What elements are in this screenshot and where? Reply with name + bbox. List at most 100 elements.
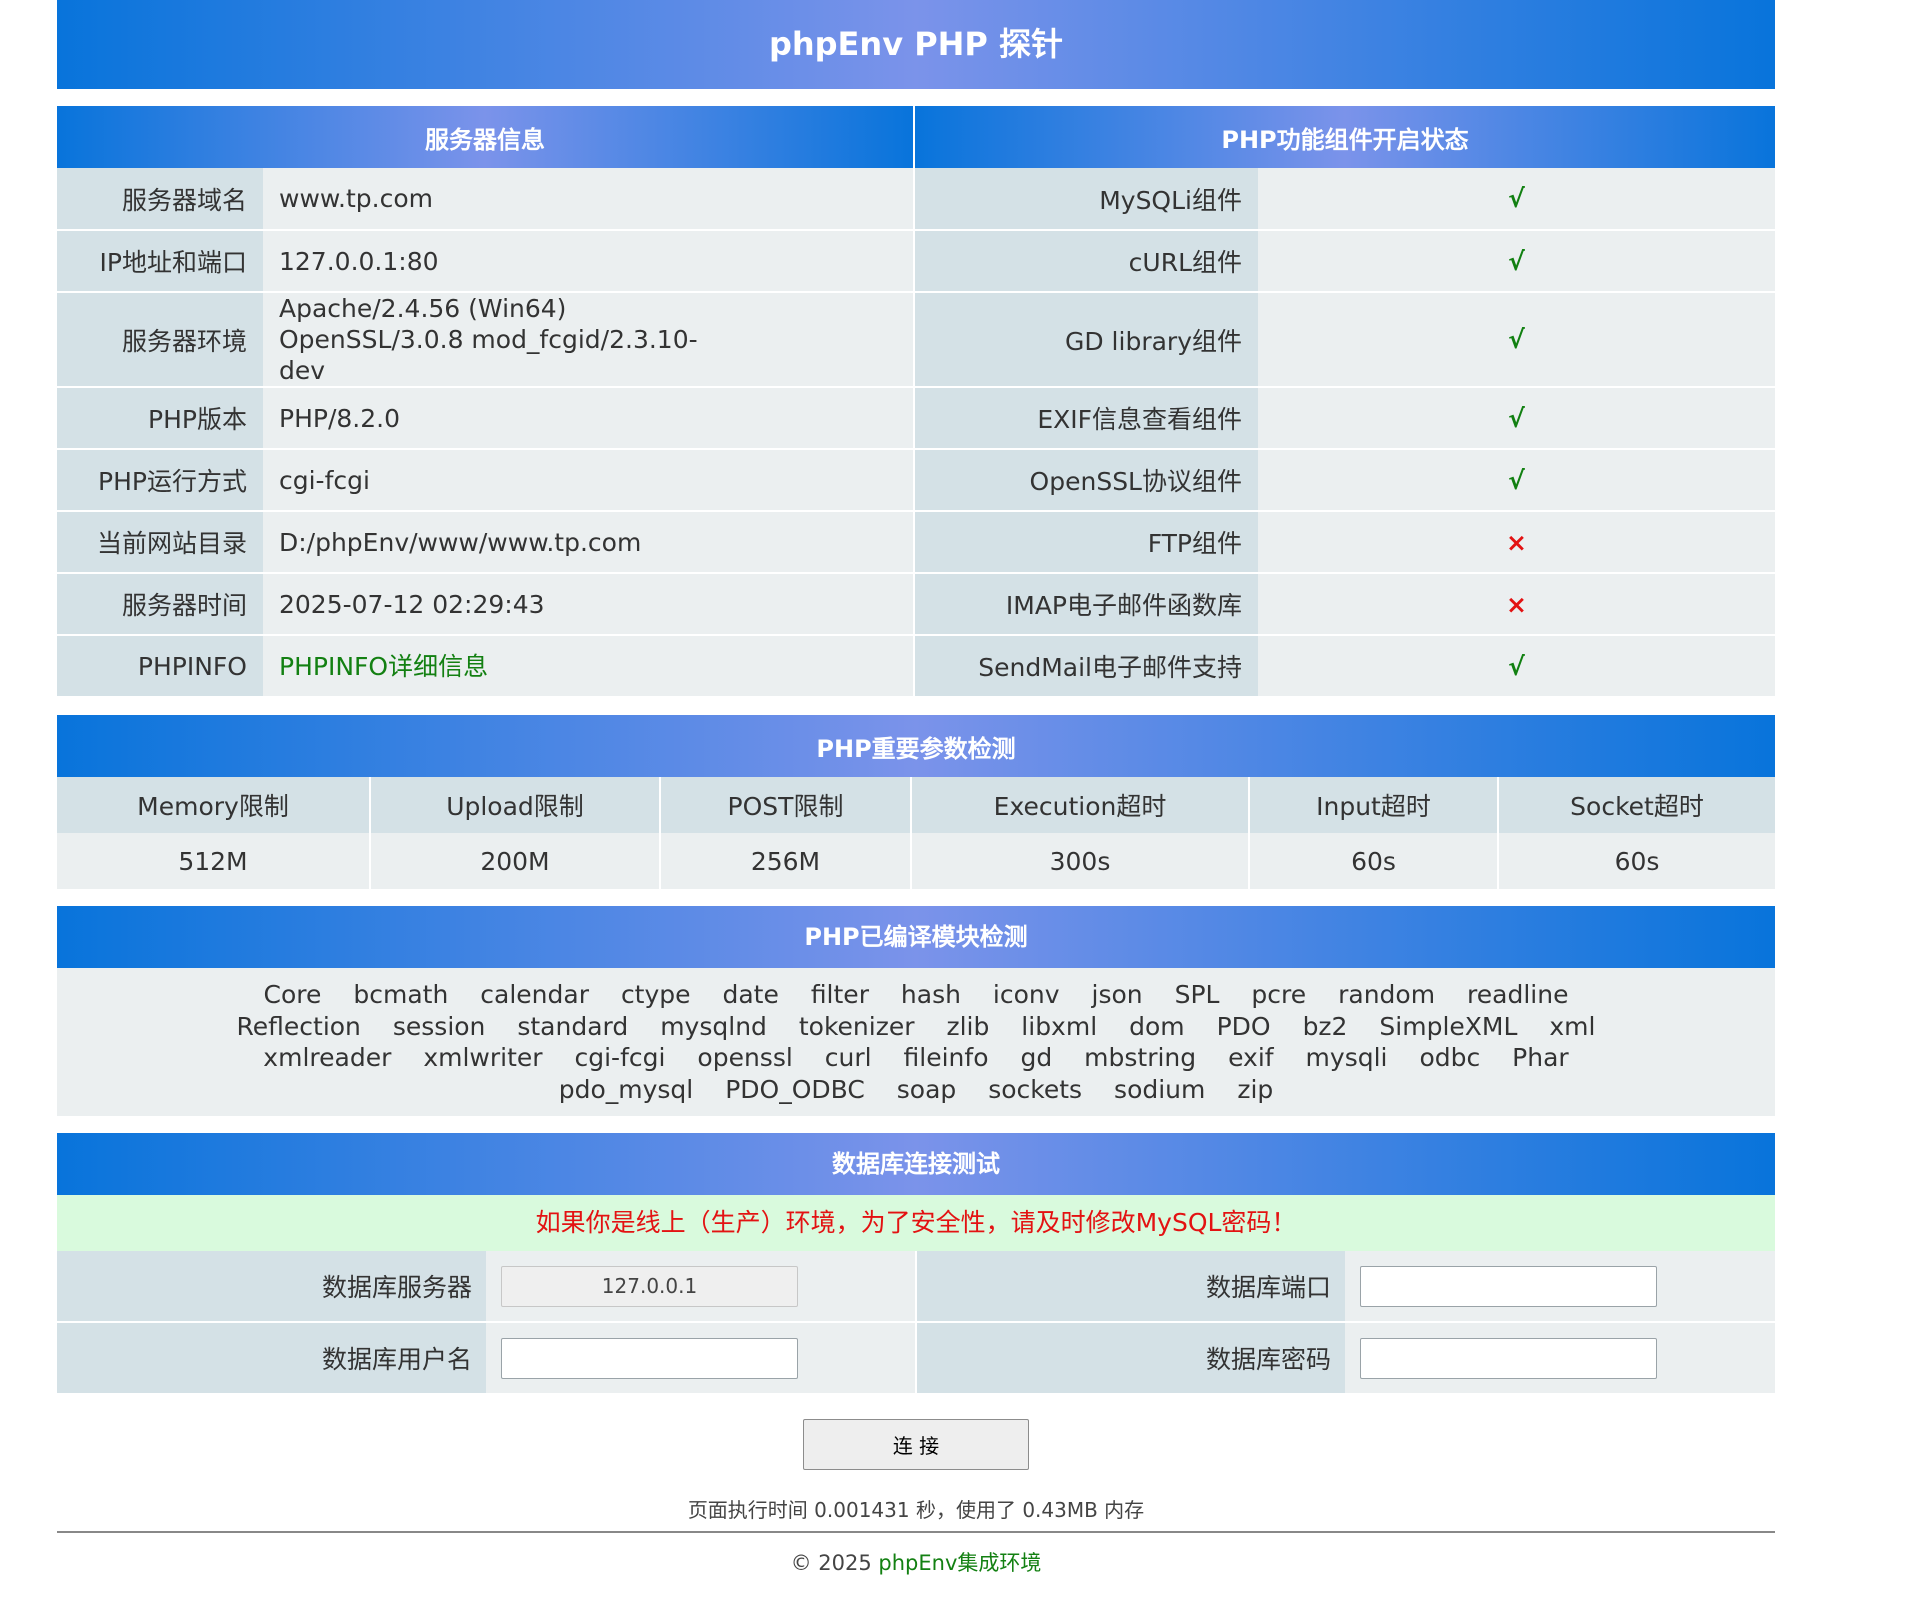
copyright: © 2025 phpEnv集成环境: [57, 1547, 1775, 1577]
component-label: cURL组件: [914, 230, 1258, 293]
status-enabled-icon: √: [1258, 449, 1776, 512]
probe-page: phpEnv PHP 探针 服务器信息 PHP功能组件开启状态 服务器域名 www…: [57, 0, 1776, 1577]
module-item: random: [1338, 980, 1436, 1009]
param-column-header: Upload限制: [370, 777, 661, 833]
server-info-header: 服务器信息: [57, 106, 915, 168]
server-info-value: D:/phpEnv/www/www.tp.com: [263, 511, 915, 574]
db-port-input[interactable]: [1360, 1265, 1657, 1307]
brand-link[interactable]: phpEnv集成环境: [878, 1551, 1041, 1575]
db-password-input[interactable]: [1360, 1337, 1657, 1379]
server-info-table: 服务器信息 PHP功能组件开启状态 服务器域名 www.tp.com MySQLi组…: [57, 106, 1776, 698]
module-item: Phar: [1512, 1043, 1569, 1072]
module-item: mbstring: [1084, 1043, 1197, 1072]
server-info-label: PHP版本: [57, 387, 263, 450]
server-info-label: IP地址和端口: [57, 230, 263, 293]
info-rows: 服务器域名 www.tp.com MySQLi组件 √ IP地址和端口 127.0.0.1…: [57, 168, 1776, 698]
module-item: openssl: [697, 1043, 793, 1072]
page-title: phpEnv PHP 探针: [57, 0, 1775, 89]
db-port-cell: [1345, 1251, 1775, 1323]
server-info-label: PHP运行方式: [57, 449, 263, 512]
module-item: standard: [517, 1011, 629, 1041]
info-row: 服务器时间 2025-07-12 02:29:43 IMAP电子邮件函数库 ×: [57, 573, 1776, 636]
module-item: bcmath: [353, 980, 449, 1009]
info-row: IP地址和端口 127.0.0.1:80 cURL组件 √: [57, 230, 1776, 293]
info-row: 服务器域名 www.tp.com MySQLi组件 √: [57, 168, 1776, 231]
params-value-row: 512M 200M 256M 300s 60s 60s: [57, 833, 1776, 889]
server-info-value: 2025-07-12 02:29:43: [263, 573, 915, 636]
params-column-row: Memory限制 Upload限制 POST限制 Execution超时 Input超时…: [57, 777, 1776, 833]
connect-button[interactable]: 连 接: [803, 1419, 1029, 1470]
server-info-label: 当前网站目录: [57, 511, 263, 574]
db-user-input[interactable]: [501, 1337, 798, 1379]
status-enabled-icon: √: [1258, 230, 1776, 293]
module-item: PDO: [1216, 1011, 1271, 1041]
param-column-header: Memory限制: [57, 777, 371, 833]
status-enabled-icon: √: [1258, 168, 1776, 231]
module-item: readline: [1467, 980, 1569, 1009]
module-item: zip: [1237, 1074, 1274, 1104]
module-item: SimpleXML: [1379, 1011, 1518, 1041]
module-item: bz2: [1302, 1011, 1348, 1041]
db-server-input[interactable]: [501, 1265, 798, 1307]
param-value: 200M: [370, 833, 661, 889]
module-item: dom: [1129, 1011, 1185, 1041]
info-row: 服务器环境 Apache/2.4.56 (Win64) OpenSSL/3.0.8…: [57, 292, 1776, 388]
param-value: 60s: [1498, 833, 1776, 889]
module-item: ctype: [620, 980, 691, 1009]
params-header: PHP重要参数检测: [57, 715, 1776, 777]
module-item: sodium: [1114, 1074, 1206, 1104]
server-info-value: PHP/8.2.0: [263, 387, 915, 450]
param-value: 256M: [660, 833, 912, 889]
exec-info: 页面执行时间 0.001431 秒，使用了 0.43MB 内存: [57, 1494, 1775, 1533]
module-item: Core: [263, 980, 322, 1009]
copyright-prefix: © 2025: [790, 1551, 879, 1575]
param-value: 60s: [1249, 833, 1499, 889]
db-password-cell: [1345, 1322, 1775, 1395]
server-info-label: 服务器域名: [57, 168, 263, 231]
info-row: 当前网站目录 D:/phpEnv/www/www.tp.com FTP组件 ×: [57, 511, 1776, 574]
server-info-label: PHPINFO: [57, 635, 263, 698]
module-item: exif: [1228, 1043, 1274, 1072]
module-item: calendar: [480, 980, 589, 1009]
module-item: cgi-fcgi: [574, 1043, 666, 1072]
phpinfo-link[interactable]: PHPINFO详细信息: [263, 635, 915, 698]
status-enabled-icon: √: [1258, 292, 1776, 388]
module-item: Reflection: [236, 1011, 361, 1041]
module-item: json: [1091, 980, 1143, 1009]
component-label: MySQLi组件: [914, 168, 1258, 231]
db-server-cell: [486, 1251, 917, 1323]
server-info-value: www.tp.com: [263, 168, 915, 231]
component-label: EXIF信息查看组件: [914, 387, 1258, 450]
module-item: date: [722, 980, 779, 1009]
security-warning: 如果你是线上（生产）环境，为了安全性，请及时修改MySQL密码！: [57, 1195, 1775, 1251]
connect-row: 连 接: [57, 1395, 1775, 1470]
module-item: gd: [1020, 1043, 1053, 1072]
param-column-header: Socket超时: [1498, 777, 1776, 833]
module-item: fileinfo: [903, 1043, 989, 1072]
module-item: curl: [824, 1043, 872, 1072]
module-item: xmlreader: [263, 1043, 392, 1072]
component-label: OpenSSL协议组件: [914, 449, 1258, 512]
server-info-value: cgi-fcgi: [263, 449, 915, 512]
module-item: tokenizer: [798, 1011, 915, 1041]
param-column-header: POST限制: [660, 777, 912, 833]
module-item: xml: [1549, 1011, 1596, 1041]
server-info-label: 服务器时间: [57, 573, 263, 636]
db-password-label: 数据库密码: [916, 1322, 1345, 1395]
module-item: SPL: [1174, 980, 1220, 1009]
info-row: PHPINFO PHPINFO详细信息 SendMail电子邮件支持 √: [57, 635, 1776, 698]
module-item: filter: [810, 980, 869, 1009]
module-item: libxml: [1021, 1011, 1098, 1041]
module-item: mysqli: [1305, 1043, 1388, 1072]
module-item: pcre: [1251, 980, 1307, 1009]
db-user-label: 数据库用户名: [57, 1322, 486, 1395]
param-column-header: Execution超时: [911, 777, 1250, 833]
module-item: sockets: [988, 1074, 1083, 1104]
server-info-label: 服务器环境: [57, 292, 263, 388]
info-row: PHP版本 PHP/8.2.0 EXIF信息查看组件 √: [57, 387, 1776, 450]
module-item: pdo_mysql: [558, 1074, 694, 1104]
status-enabled-icon: √: [1258, 635, 1776, 698]
param-value: 300s: [911, 833, 1250, 889]
module-item: iconv: [992, 980, 1060, 1009]
db-test-header: 数据库连接测试: [57, 1133, 1775, 1195]
